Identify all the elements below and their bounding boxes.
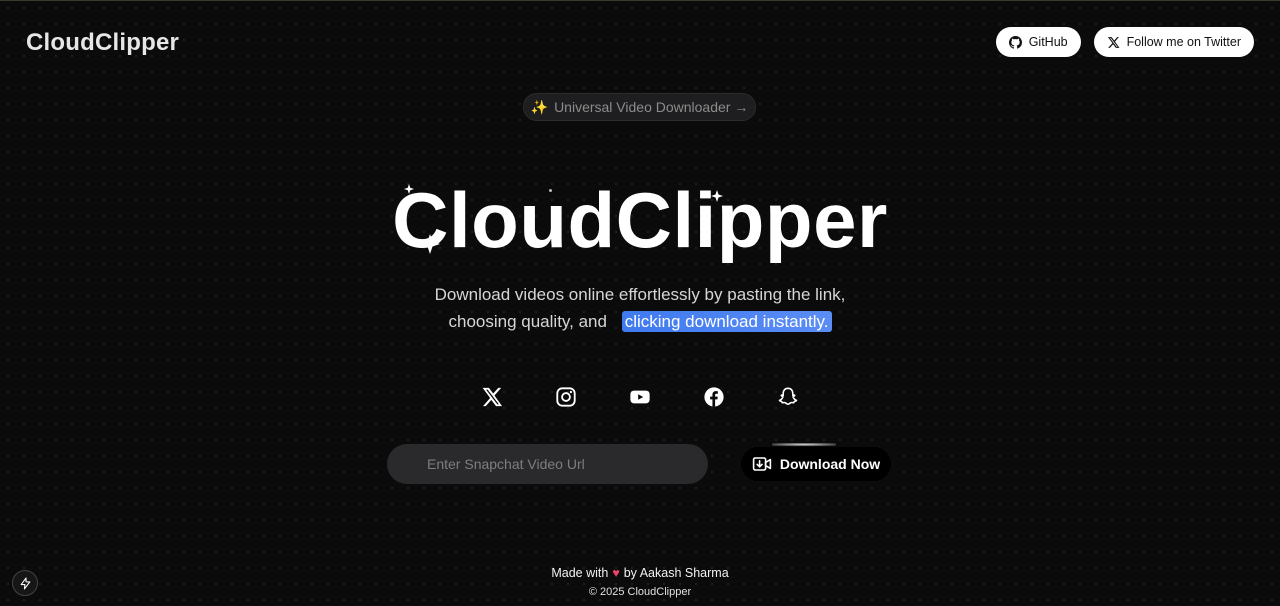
platform-facebook-button[interactable] [702,385,725,408]
footer-credit: Made with ♥ by Aakash Sharma [0,566,1280,580]
subtitle-highlight: clicking download instantly. [621,311,832,332]
platform-selector [480,385,799,408]
header-actions: GitHub Follow me on Twitter [995,27,1254,57]
x-icon [482,387,502,406]
download-now-label: Download Now [779,456,881,472]
subtitle-text: choosing quality, and [448,312,607,331]
footer-copyright: © 2025 CloudClipper [588,586,692,598]
github-icon [1008,35,1022,49]
github-label: GitHub [1028,35,1068,49]
button-glow [772,443,836,446]
platform-x-button[interactable] [480,385,503,408]
footer-made-with: Made with [551,566,609,580]
download-now-button[interactable]: Download Now [741,447,891,481]
sparkles-icon: ✨ [530,98,549,115]
announcement-text: Universal Video Downloader → [554,99,749,115]
brand-logo[interactable]: CloudClipper [26,29,179,57]
platform-youtube-button[interactable] [628,385,651,408]
subtitle-line-2: choosing quality, and clicking download … [0,308,1280,335]
platform-snapchat-button[interactable] [776,385,799,408]
twitter-label: Follow me on Twitter [1126,35,1241,49]
sparkle-star-icon [404,184,414,194]
github-button[interactable]: GitHub [995,27,1081,57]
heart-icon: ♥ [612,566,620,580]
twitter-follow-button[interactable]: Follow me on Twitter [1093,27,1254,57]
x-icon [1107,36,1120,48]
dev-tools-button[interactable] [12,570,38,596]
top-border [0,0,1280,1]
sparkle-dot-icon [549,189,552,192]
hero-subtitle: Download videos online effortlessly by p… [0,281,1280,335]
platform-instagram-button[interactable] [554,385,577,408]
subtitle-line-1: Download videos online effortlessly by p… [434,285,846,304]
facebook-icon [703,386,724,407]
sparkle-star-icon [420,234,440,254]
snapchat-icon [778,387,797,405]
footer-author[interactable]: by Aakash Sharma [624,566,729,580]
sparkle-star-icon [711,190,723,202]
video-download-icon [752,457,772,471]
youtube-icon [629,390,650,403]
lightning-icon [20,577,30,589]
instagram-icon [555,386,576,407]
video-url-input[interactable] [387,444,708,484]
announcement-badge[interactable]: ✨ Universal Video Downloader → [523,93,756,121]
hero-title: CloudClipper [392,176,888,264]
